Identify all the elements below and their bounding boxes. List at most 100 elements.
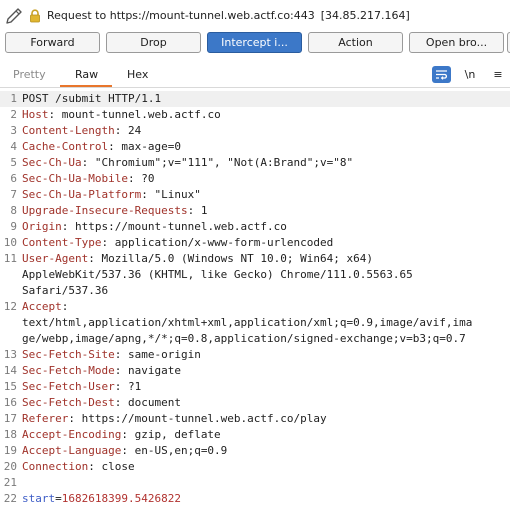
header-value: : ?0 — [127, 172, 155, 185]
header-name: Upgrade-Insecure-Requests — [22, 204, 188, 217]
editor-line[interactable]: 9 Origin: https://mount-tunnel.web.actf.c… — [0, 219, 510, 235]
editor-line[interactable]: text/html,application/xhtml+xml,applicat… — [0, 315, 510, 331]
show-newlines-icon[interactable]: \n — [462, 66, 478, 83]
editor-line[interactable]: Safari/537.36 — [0, 283, 510, 299]
header-name: Content-Length — [22, 124, 115, 137]
header-name: Accept-Language — [22, 444, 122, 457]
line-content: Connection: close — [22, 459, 135, 475]
header-name: Sec-Fetch-Dest — [22, 396, 115, 409]
line-number: 8 — [10, 204, 17, 217]
header-name: User-Agent — [22, 252, 89, 265]
line-content: Sec-Ch-Ua: "Chromium";v="111", "Not(A:Br… — [22, 155, 353, 171]
header-value: : Mozilla/5.0 (Windows NT 10.0; Win64; x… — [88, 252, 374, 265]
header-value: : max-age=0 — [108, 140, 181, 153]
pencil-icon[interactable] — [4, 6, 24, 26]
editor-line[interactable]: 1 POST /submit HTTP/1.1 — [0, 91, 510, 107]
line-number: 3 — [10, 124, 17, 137]
tab-pretty[interactable]: Pretty — [13, 68, 46, 81]
line-content: Sec-Fetch-User: ?1 — [22, 379, 141, 395]
header-name: Cache-Control — [22, 140, 109, 153]
line-content: Host: mount-tunnel.web.actf.co — [22, 107, 221, 123]
editor-line[interactable]: 21 — [0, 475, 510, 491]
word-wrap-icon[interactable] — [432, 66, 451, 83]
header-value: : close — [88, 460, 135, 473]
raw-request-editor[interactable]: 1 POST /submit HTTP/1.1 2 Host: mount-tunne… — [0, 90, 510, 508]
header-value: : https://mount-tunnel.web.actf.co/play — [68, 412, 327, 425]
editor-line[interactable]: 11 User-Agent: Mozilla/5.0 (Windows NT 10… — [0, 251, 510, 267]
line-content: start=1682618399.5426822 — [22, 492, 181, 505]
tab-raw[interactable]: Raw — [75, 68, 98, 81]
editor-line[interactable]: 15 Sec-Fetch-User: ?1 — [0, 379, 510, 395]
line-number: 1 — [10, 92, 17, 105]
line-content: ge/webp,image/apng,*/*;q=0.8,application… — [22, 332, 466, 345]
header-name: Sec-Fetch-User — [22, 380, 115, 393]
editor-line[interactable]: 20 Connection: close — [0, 459, 510, 475]
editor-line[interactable]: 13 Sec-Fetch-Site: same-origin — [0, 347, 510, 363]
header-value: : gzip, deflate — [121, 428, 221, 441]
line-content: Accept: — [22, 299, 75, 315]
editor-line[interactable]: 5 Sec-Ch-Ua: "Chromium";v="111", "Not(A:B… — [0, 155, 510, 171]
editor-line[interactable]: AppleWebKit/537.36 (KHTML, like Gecko) C… — [0, 267, 510, 283]
body-param-value: 1682618399.5426822 — [61, 492, 181, 505]
line-content: Sec-Ch-Ua-Platform: "Linux" — [22, 187, 201, 203]
editor-line[interactable]: 3 Content-Length: 24 — [0, 123, 510, 139]
menu-icon[interactable]: ≡ — [490, 66, 506, 83]
editor-line[interactable]: 16 Sec-Fetch-Dest: document — [0, 395, 510, 411]
tab-hex[interactable]: Hex — [127, 68, 148, 81]
active-tab-indicator — [60, 85, 112, 87]
editor-line[interactable]: 14 Sec-Fetch-Mode: navigate — [0, 363, 510, 379]
line-content: Referer: https://mount-tunnel.web.actf.c… — [22, 411, 327, 427]
lock-icon — [30, 9, 40, 23]
line-content: Sec-Fetch-Site: same-origin — [22, 347, 201, 363]
request-url-text: Request to https://mount-tunnel.web.actf… — [47, 9, 315, 22]
header-value: : en-US,en;q=0.9 — [121, 444, 228, 457]
editor-line[interactable]: 18 Accept-Encoding: gzip, deflate — [0, 427, 510, 443]
header-name: Accept — [22, 300, 62, 313]
line-number: 4 — [10, 140, 17, 153]
editor-line[interactable]: 6 Sec-Ch-Ua-Mobile: ?0 — [0, 171, 510, 187]
header-value: : document — [114, 396, 181, 409]
header-name: Referer — [22, 412, 69, 425]
forward-button[interactable]: Forward — [5, 32, 100, 53]
header-name: Sec-Ch-Ua — [22, 156, 82, 169]
line-number: 15 — [3, 380, 17, 393]
editor-line[interactable]: 17 Referer: https://mount-tunnel.web.actf… — [0, 411, 510, 427]
header-name: Sec-Fetch-Site — [22, 348, 115, 361]
header-name: Sec-Ch-Ua-Mobile — [22, 172, 128, 185]
line-content: AppleWebKit/537.36 (KHTML, like Gecko) C… — [22, 268, 413, 281]
editor-line[interactable]: 12 Accept: — [0, 299, 510, 315]
editor-line[interactable]: 10 Content-Type: application/x-www-form-u… — [0, 235, 510, 251]
editor-line[interactable]: 4 Cache-Control: max-age=0 — [0, 139, 510, 155]
editor-line[interactable]: 2 Host: mount-tunnel.web.actf.co — [0, 107, 510, 123]
line-content: Upgrade-Insecure-Requests: 1 — [22, 203, 207, 219]
action-button[interactable]: Action — [308, 32, 403, 53]
header-name: Sec-Fetch-Mode — [22, 364, 115, 377]
line-content: Safari/537.36 — [22, 284, 109, 297]
drop-button[interactable]: Drop — [106, 32, 201, 53]
intercept-toolbar: Forward Drop Intercept i... Action Open … — [0, 32, 510, 54]
header-value: : mount-tunnel.web.actf.co — [48, 108, 221, 121]
line-number: 21 — [3, 476, 17, 489]
line-number: 20 — [3, 460, 17, 473]
line-content: Content-Length: 24 — [22, 123, 141, 139]
line-number: 6 — [10, 172, 17, 185]
line-number: 14 — [3, 364, 17, 377]
line-content: Content-Type: application/x-www-form-url… — [22, 235, 333, 251]
editor-line[interactable]: 7 Sec-Ch-Ua-Platform: "Linux" — [0, 187, 510, 203]
header-value: : navigate — [114, 364, 181, 377]
editor-line[interactable]: 22 start=1682618399.5426822 — [0, 491, 510, 507]
editor-line[interactable]: 19 Accept-Language: en-US,en;q=0.9 — [0, 443, 510, 459]
editor-line[interactable]: ge/webp,image/apng,*/*;q=0.8,application… — [0, 331, 510, 347]
intercept-toggle-button[interactable]: Intercept i... — [207, 32, 302, 53]
line-number: 12 — [3, 300, 17, 313]
line-number: 2 — [10, 108, 17, 121]
open-browser-button[interactable]: Open bro... — [409, 32, 504, 53]
message-view-tabs: Pretty Raw Hex \n ≡ — [0, 62, 510, 88]
line-content: Sec-Fetch-Dest: document — [22, 395, 181, 411]
header-value: : 1 — [187, 204, 208, 217]
line-number: 11 — [3, 252, 17, 265]
line-number: 17 — [3, 412, 17, 425]
editor-line[interactable]: 8 Upgrade-Insecure-Requests: 1 — [0, 203, 510, 219]
header-name: Host — [22, 108, 49, 121]
line-number: 16 — [3, 396, 17, 409]
